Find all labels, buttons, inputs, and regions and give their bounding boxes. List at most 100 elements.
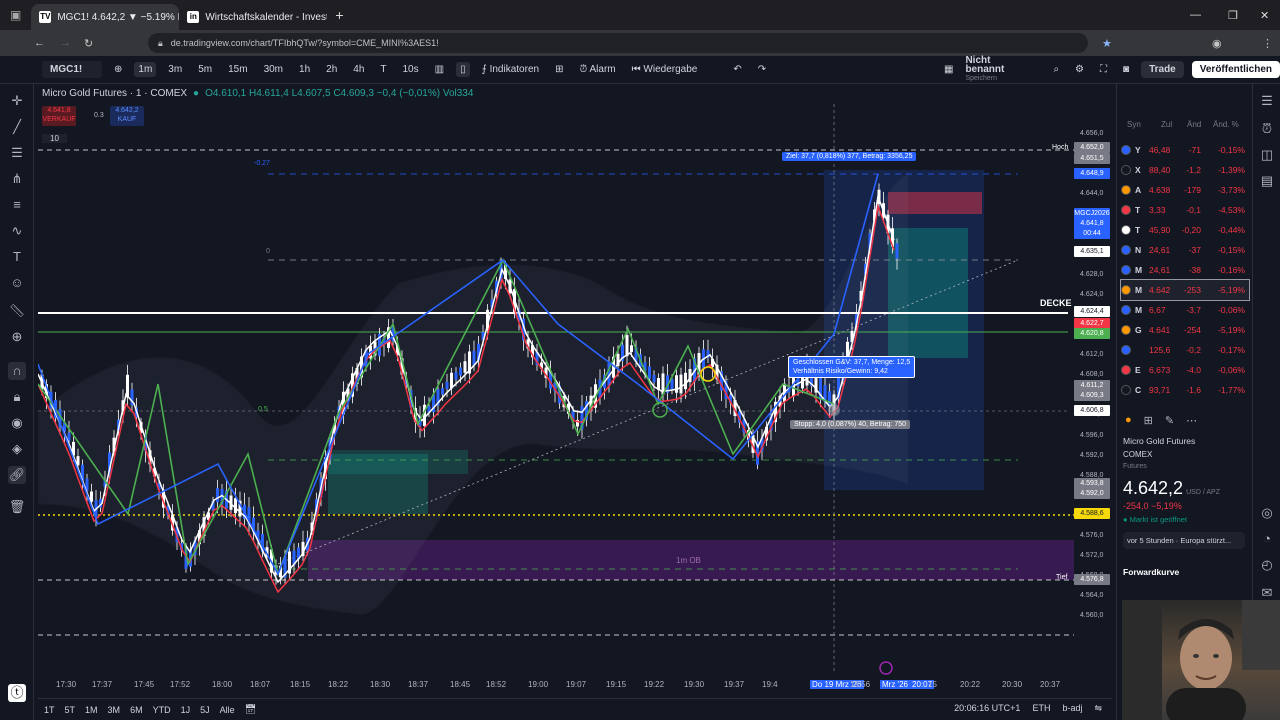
interval-10s[interactable]: 10s [399, 62, 423, 77]
interval-4h[interactable]: 4h [349, 62, 368, 77]
price-axis-label[interactable]: 4.592,0 [1074, 488, 1110, 499]
watchlist-header-symbol[interactable]: Syn [1127, 120, 1141, 129]
pitchfork-icon[interactable]: ⋔ [8, 170, 26, 188]
redo-icon[interactable]: ↷ [754, 62, 770, 77]
watchlist-row[interactable]: X 88,40 -1,2 -1,39% [1121, 160, 1249, 180]
tradingview-logo-icon[interactable]: ⓣ [8, 684, 26, 702]
quick-search-icon[interactable]: ⌕ [1049, 62, 1063, 77]
magnet-icon[interactable]: ∩ [8, 362, 26, 380]
price-axis-label[interactable]: 4.606,8 [1074, 405, 1110, 416]
emoji-icon[interactable]: ☺ [8, 274, 26, 292]
watchlist-row[interactable]: A 4.638 -179 -3,73% [1121, 180, 1249, 200]
range-1t[interactable]: 1T [44, 705, 55, 715]
quantity-field[interactable]: 10 [42, 134, 67, 143]
watchlist-row[interactable]: N 24,61 -37 -0,15% [1121, 240, 1249, 260]
watchlist-row[interactable]: 125,6 -0,2 -0,17% [1121, 340, 1249, 360]
alarm-button[interactable]: ⏰︎ Alarm [575, 62, 619, 77]
window-menu-icon[interactable]: ▣ [0, 8, 31, 22]
range-3m[interactable]: 3M [108, 705, 121, 715]
publish-button[interactable]: Veröffentlichen [1191, 61, 1280, 78]
stop-loss-label[interactable]: Stopp: 4,0 (0,087%) 40, Betrag: 750 [790, 420, 911, 429]
range-1j[interactable]: 1J [181, 705, 191, 715]
adjust-toggle[interactable]: b-adj [1062, 703, 1082, 714]
browser-tab-investing[interactable]: in Wirtschaftskalender - Investing ✕ [179, 4, 327, 30]
back-icon[interactable]: ← [34, 37, 45, 49]
range-6m[interactable]: 6M [130, 705, 143, 715]
close-window-icon[interactable]: ✕ [1260, 9, 1269, 22]
browser-tab-tradingview[interactable]: TV MGC1! 4.642,2 ▼ −5.19% Nicht ✕ [31, 4, 180, 30]
calendar-icon[interactable]: ▤ [1258, 172, 1276, 190]
watchlist-row[interactable]: E 6,673 -4,0 -0,06% [1121, 360, 1249, 380]
watchlist-row[interactable]: T 3,33 -0,1 -4,53% [1121, 200, 1249, 220]
interval-15m[interactable]: 15m [224, 62, 251, 77]
interval-5m[interactable]: 5m [194, 62, 216, 77]
templates-icon[interactable]: ⊞ [551, 62, 567, 77]
minimize-icon[interactable]: — [1190, 9, 1201, 21]
watchlist-row[interactable]: T 45,90 -0,20 -0,44% [1121, 220, 1249, 240]
interval-30m[interactable]: 30m [260, 62, 287, 77]
snapshot-camera-icon[interactable]: ◙ [1119, 62, 1133, 77]
reload-icon[interactable]: ↻ [84, 37, 93, 50]
layers-icon[interactable]: ◈ [8, 440, 26, 458]
price-axis-label[interactable]: 00:44 [1074, 228, 1110, 239]
take-profit-label[interactable]: Ziel: 37,7 (0,818%) 377, Betrag: 3356,25 [782, 152, 917, 161]
session-toggle[interactable]: ETH [1032, 703, 1050, 714]
ruler-icon[interactable]: 📏︎ [8, 302, 26, 320]
time-scale[interactable]: 17:30 17:37 17:45 17:52 18:00 18:07 18:15 18:22… [38, 676, 1112, 696]
ideas-icon[interactable]: ◔ [1258, 530, 1276, 548]
target-icon[interactable]: ◎ [1258, 504, 1276, 522]
more-icon[interactable]: ⋯ [1186, 414, 1197, 427]
price-axis-label[interactable]: 4.648,9 [1074, 168, 1110, 179]
interval-t[interactable]: T [376, 62, 390, 77]
url-field[interactable]: 🔒︎ de.tradingview.com/chart/TFIbhQTw/?sy… [148, 33, 1088, 53]
watchlist-row[interactable]: Y 46,48 -71 -0,15% [1121, 140, 1249, 160]
new-tab-icon[interactable]: + [335, 7, 343, 23]
interval-2h[interactable]: 2h [322, 62, 341, 77]
browser-menu-icon[interactable]: ⋮ [1262, 37, 1273, 50]
streams-icon[interactable]: ◴ [1258, 556, 1276, 574]
symbol-search-button[interactable]: MGC1! [42, 61, 102, 78]
replay-button[interactable]: ⏮ Wiedergabe [628, 62, 702, 77]
watchlist-row[interactable]: M 4.642 -253 -5,19% [1120, 279, 1250, 301]
clock-time[interactable]: 20:06:16 UTC+1 [954, 703, 1020, 714]
price-axis-label[interactable]: 4.652,0 [1074, 142, 1110, 153]
brush-icon[interactable]: ∿ [8, 222, 26, 240]
watchlist-header-changepct[interactable]: Änd. % [1213, 120, 1239, 129]
interval-1h[interactable]: 1h [295, 62, 314, 77]
trash-icon[interactable]: 🗑︎ [8, 498, 26, 516]
compare-add-icon[interactable]: ⊕ [110, 62, 126, 77]
bookmark-star-icon[interactable]: ★ [1102, 37, 1112, 50]
range-1m[interactable]: 1M [85, 705, 98, 715]
price-chart-canvas[interactable] [38, 84, 1112, 700]
price-axis-label[interactable]: 4.576,8 [1074, 574, 1110, 585]
maximize-icon[interactable]: ❐ [1228, 9, 1238, 22]
alerts-icon[interactable]: ⏰︎ [1258, 120, 1276, 138]
range-alle[interactable]: Alle [220, 705, 235, 715]
layout-name-button[interactable]: Nicht benannt Speichern [965, 56, 1011, 83]
watchlist-header-last[interactable]: Zul [1161, 120, 1172, 129]
edit-icon[interactable]: ✎ [1165, 414, 1174, 427]
text-tool-icon[interactable]: T [8, 248, 26, 266]
candles-icon[interactable]: ▯ [456, 62, 470, 77]
range-ytd[interactable]: YTD [153, 705, 171, 715]
settings-toggle-icon[interactable]: ⇋ [1094, 703, 1102, 714]
range-5j[interactable]: 5J [200, 705, 210, 715]
watchlist-row[interactable]: M 24,61 -38 -0,16% [1121, 260, 1249, 280]
profile-icon[interactable]: ◉ [1212, 37, 1222, 50]
lock-drawings-icon[interactable]: 🔒︎ [8, 388, 26, 406]
horizontal-lines-icon[interactable]: ☰ [8, 144, 26, 162]
interval-3m[interactable]: 3m [164, 62, 186, 77]
range-5t[interactable]: 5T [65, 705, 76, 715]
crosshair-icon[interactable]: ✛ [8, 92, 26, 110]
closed-position-label[interactable]: Geschlossen G&V: 37,7, Menge: 12,5 Verhä… [788, 356, 916, 378]
grid-icon[interactable]: ⊞ [1144, 414, 1153, 427]
price-axis-label[interactable]: 4.635,1 [1074, 246, 1110, 257]
trendline-icon[interactable]: ╱ [8, 118, 26, 136]
sell-button[interactable]: 4.641,8 VERKAUF [42, 106, 76, 126]
chart-pane[interactable]: Micro Gold Futures · 1 · COMEX ● O4.610,… [38, 84, 1112, 700]
fib-icon[interactable]: ≡ [8, 196, 26, 214]
layout-icon[interactable]: ▦ [940, 62, 957, 77]
visibility-icon[interactable]: ◉ [8, 414, 26, 432]
fullscreen-icon[interactable]: ⛶ [1096, 62, 1111, 77]
undo-icon[interactable]: ↶ [729, 62, 745, 77]
